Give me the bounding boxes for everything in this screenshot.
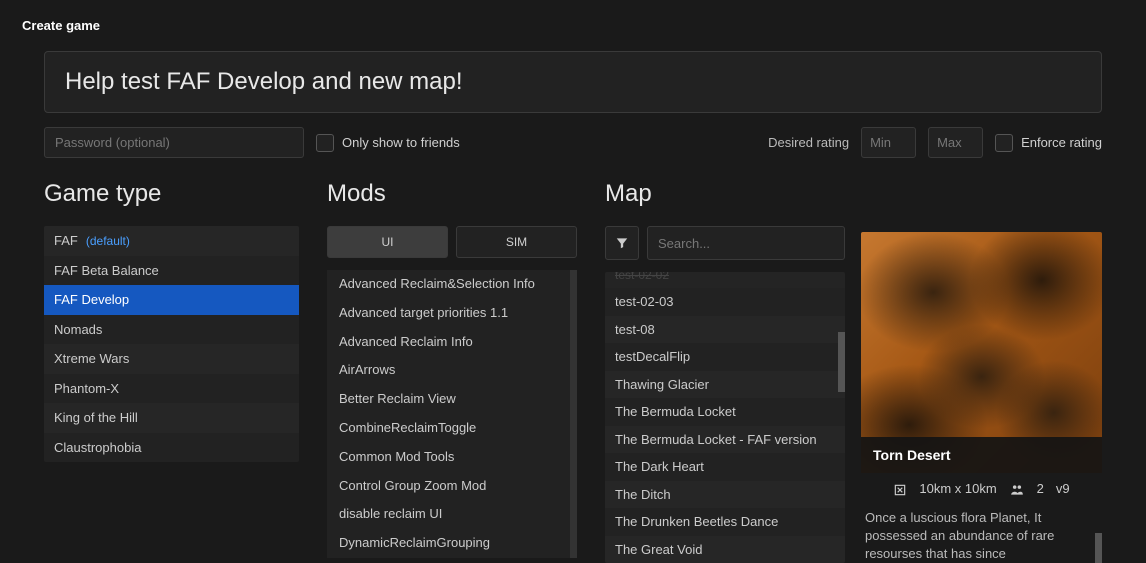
checkbox-box bbox=[995, 134, 1013, 152]
map-heading: Map bbox=[605, 180, 845, 208]
mod-item[interactable]: Better Reclaim View bbox=[327, 385, 577, 414]
enforce-rating-label: Enforce rating bbox=[1021, 135, 1102, 150]
game-type-item[interactable]: FAF(default) bbox=[44, 226, 299, 256]
map-preview-image: Torn Desert bbox=[861, 232, 1102, 473]
tab-sim[interactable]: SIM bbox=[456, 226, 577, 258]
game-type-list: FAF(default)FAF Beta BalanceFAF DevelopN… bbox=[44, 226, 299, 462]
map-item[interactable]: The Bermuda Locket - FAF version bbox=[605, 426, 845, 454]
only-friends-checkbox[interactable]: Only show to friends bbox=[316, 134, 460, 152]
default-tag: (default) bbox=[86, 234, 130, 248]
map-item[interactable]: Thawing Glacier bbox=[605, 371, 845, 399]
mod-item[interactable]: Common Mod Tools bbox=[327, 443, 577, 472]
map-list: test-02-02test-02-03test-08testDecalFlip… bbox=[605, 272, 845, 563]
game-type-item[interactable]: Xtreme Wars bbox=[44, 344, 299, 374]
map-version: v9 bbox=[1056, 481, 1070, 496]
map-meta-bar: 10km x 10km 2 v9 bbox=[861, 473, 1102, 505]
password-input[interactable] bbox=[44, 127, 304, 158]
map-description: Once a luscious flora Planet, It possess… bbox=[861, 505, 1102, 563]
mod-item[interactable]: DynamicReclaimGrouping bbox=[327, 529, 577, 558]
tab-ui[interactable]: UI bbox=[327, 226, 448, 258]
mod-item[interactable]: Control Group Zoom Mod bbox=[327, 472, 577, 501]
game-type-item[interactable]: FAF Develop bbox=[44, 285, 299, 315]
map-filter-button[interactable] bbox=[605, 226, 639, 260]
game-type-item[interactable]: Nomads bbox=[44, 315, 299, 345]
map-item[interactable]: test-02-02 bbox=[605, 272, 845, 288]
map-item[interactable]: test-08 bbox=[605, 316, 845, 344]
enforce-rating-checkbox[interactable]: Enforce rating bbox=[995, 134, 1102, 152]
mod-item[interactable]: Advanced Reclaim&Selection Info bbox=[327, 270, 577, 299]
map-item[interactable]: The Dark Heart bbox=[605, 453, 845, 481]
mod-item[interactable]: AirArrows bbox=[327, 356, 577, 385]
scrollbar-thumb[interactable] bbox=[1095, 533, 1102, 563]
map-name: Torn Desert bbox=[861, 437, 1102, 473]
map-size-icon bbox=[893, 481, 907, 497]
game-type-item[interactable]: Phantom-X bbox=[44, 374, 299, 404]
mods-list: Advanced Reclaim&Selection InfoAdvanced … bbox=[327, 270, 577, 558]
mod-item[interactable]: CombineReclaimToggle bbox=[327, 414, 577, 443]
mod-item[interactable]: Advanced target priorities 1.1 bbox=[327, 299, 577, 328]
map-players: 2 bbox=[1037, 481, 1044, 496]
map-item[interactable]: testDecalFlip bbox=[605, 343, 845, 371]
filter-icon bbox=[615, 236, 629, 250]
game-type-heading: Game type bbox=[44, 180, 299, 208]
min-rating-input[interactable] bbox=[861, 127, 916, 158]
checkbox-box bbox=[316, 134, 334, 152]
mod-item[interactable]: Advanced Reclaim Info bbox=[327, 328, 577, 357]
players-icon bbox=[1009, 481, 1025, 497]
map-item[interactable]: The Great Void bbox=[605, 536, 845, 563]
only-friends-label: Only show to friends bbox=[342, 135, 460, 150]
game-type-item[interactable]: King of the Hill bbox=[44, 403, 299, 433]
mods-heading: Mods bbox=[327, 180, 577, 208]
map-size: 10km x 10km bbox=[919, 481, 996, 496]
map-search-input[interactable] bbox=[647, 226, 845, 260]
max-rating-input[interactable] bbox=[928, 127, 983, 158]
game-type-item[interactable]: Claustrophobia bbox=[44, 433, 299, 463]
map-item[interactable]: The Bermuda Locket bbox=[605, 398, 845, 426]
desired-rating-label: Desired rating bbox=[768, 135, 849, 150]
map-item[interactable]: The Ditch bbox=[605, 481, 845, 509]
window-title: Create game bbox=[22, 18, 1102, 33]
game-name-input[interactable] bbox=[44, 51, 1102, 113]
map-item[interactable]: The Drunken Beetles Dance bbox=[605, 508, 845, 536]
mod-item[interactable]: disable reclaim UI bbox=[327, 500, 577, 529]
game-type-item[interactable]: FAF Beta Balance bbox=[44, 256, 299, 286]
map-item[interactable]: test-02-03 bbox=[605, 288, 845, 316]
